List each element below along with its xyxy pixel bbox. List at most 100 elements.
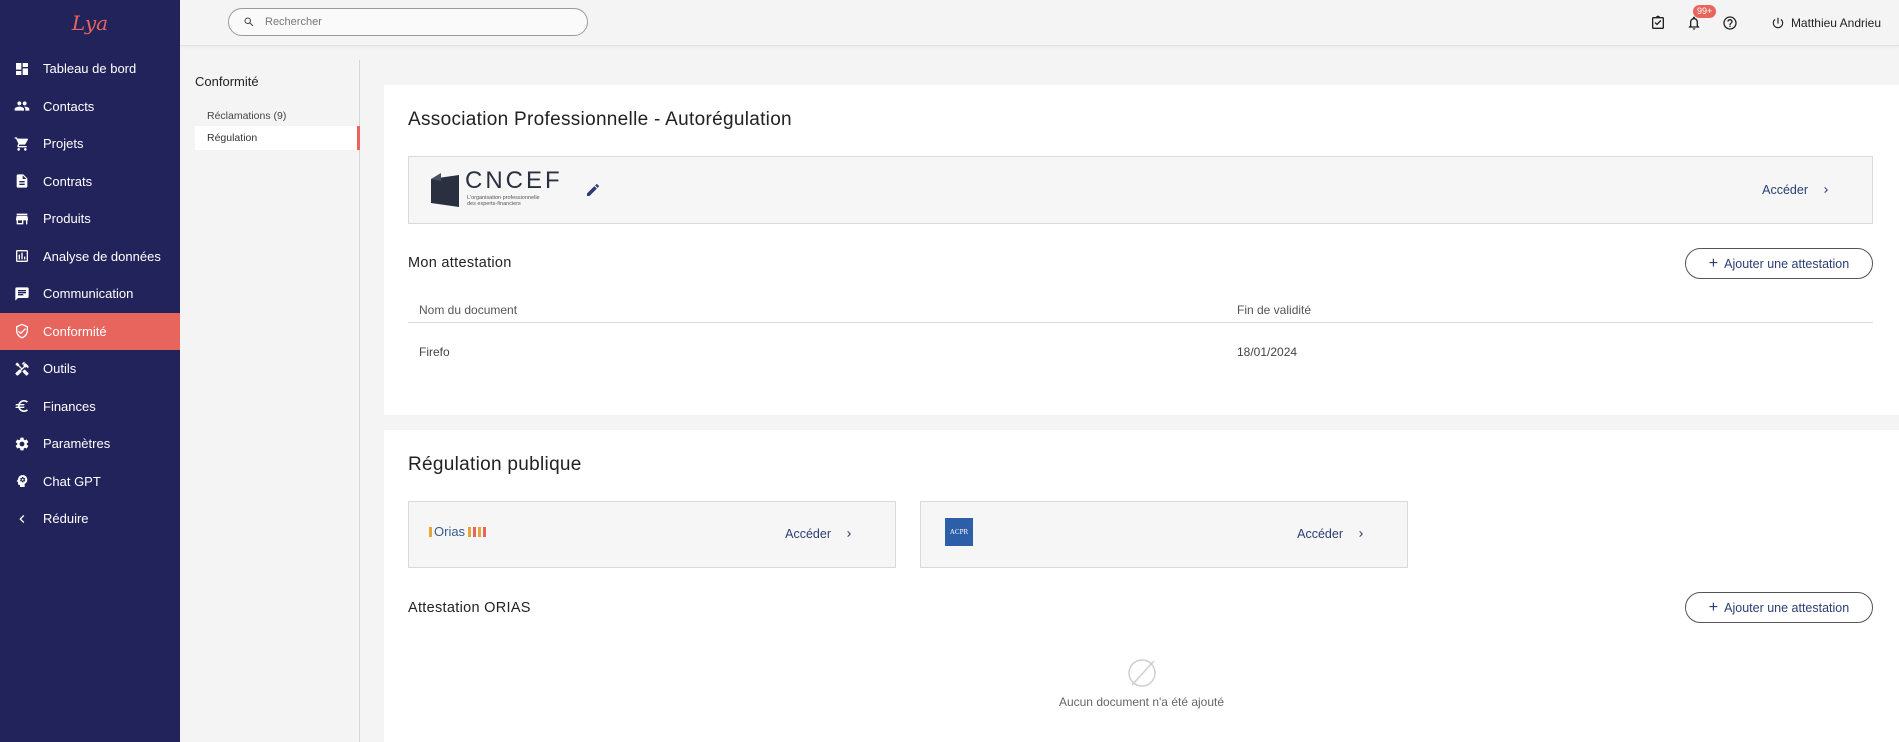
user-name: Matthieu Andrieu	[1790, 16, 1881, 30]
sidebar-item-label: Réduire	[43, 511, 89, 527]
subnav-item-regulation[interactable]: Régulation	[195, 126, 360, 150]
chevron-right-icon	[1824, 187, 1828, 193]
sidebar-item-finances[interactable]: Finances	[0, 388, 180, 426]
sidebar-item-label: Projets	[43, 136, 84, 152]
gear-icon	[14, 436, 30, 452]
search-bar[interactable]	[228, 8, 588, 36]
sidebar-item-label: Finances	[43, 398, 96, 414]
sidebar-item-contrats[interactable]: Contrats	[0, 163, 180, 201]
robot-icon	[14, 473, 30, 489]
access-label: Accéder	[785, 527, 831, 541]
sidebar: Lya Tableau de bord Contacts Projets Con…	[0, 0, 180, 742]
table-row[interactable]: Firefo 18/01/2024	[408, 325, 1873, 363]
cncef-logo-tagline-2: des experts-financiers	[467, 201, 521, 207]
cncef-logo-name: CNCEF	[465, 167, 563, 194]
logo-text: Lya	[71, 11, 109, 35]
empty-state: Aucun document n'a été ajouté	[384, 656, 1899, 709]
notification-badge: 99+	[1692, 5, 1717, 18]
acpr-panel: ACPR Accéder	[920, 501, 1408, 568]
sidebar-item-label: Produits	[43, 211, 91, 227]
people-icon	[14, 98, 30, 114]
help-icon[interactable]	[1721, 14, 1739, 32]
document-icon	[14, 173, 30, 189]
secondary-nav-title: Conformité	[195, 74, 259, 89]
add-attestation-label: Ajouter une attestation	[1724, 600, 1850, 615]
table-header-divider	[408, 322, 1873, 323]
bar-chart-icon	[14, 248, 30, 264]
sidebar-nav: Tableau de bord Contacts Projets Contrat…	[0, 50, 180, 538]
cart-icon	[14, 136, 30, 152]
topbar: 99+ Matthieu Andrieu	[180, 0, 1899, 46]
sidebar-item-contacts[interactable]: Contacts	[0, 88, 180, 126]
cncef-access-link[interactable]: Accéder	[1762, 183, 1832, 197]
add-attestation-button[interactable]: + Ajouter une attestation	[1685, 248, 1873, 279]
association-card: Association Professionnelle - Autorégula…	[384, 85, 1899, 415]
column-header-end-validity: Fin de validité	[1237, 303, 1312, 317]
cncef-book-icon	[431, 173, 459, 207]
plus-icon: +	[1708, 254, 1719, 272]
sidebar-item-label: Contrats	[43, 173, 93, 189]
euro-icon	[14, 398, 30, 414]
notifications-bell-icon[interactable]: 99+	[1685, 5, 1717, 32]
access-label: Accéder	[1762, 183, 1808, 197]
sidebar-item-chat-gpt[interactable]: Chat GPT	[0, 463, 180, 501]
subnav-item-reclamations[interactable]: Réclamations (9)	[195, 104, 360, 128]
sidebar-item-label: Chat GPT	[43, 473, 101, 489]
chevron-right-icon	[1359, 531, 1363, 537]
sidebar-item-produits[interactable]: Produits	[0, 200, 180, 238]
cncef-panel: CNCEF L'organisation professionnelle des…	[408, 156, 1873, 224]
column-header-document-name: Nom du document	[419, 303, 518, 317]
acpr-logo: ACPR	[945, 518, 973, 546]
message-icon	[14, 286, 30, 302]
sidebar-item-projets[interactable]: Projets	[0, 125, 180, 163]
dashboard-icon	[14, 61, 30, 77]
chevron-right-icon	[847, 531, 851, 537]
acpr-access-link[interactable]: Accéder	[1297, 527, 1367, 541]
chevron-left-icon	[14, 511, 30, 527]
orias-panel: Orias Accéder	[408, 501, 896, 568]
topbar-actions: 99+ Matthieu Andrieu	[1649, 0, 1899, 46]
add-attestation-label: Ajouter une attestation	[1724, 256, 1850, 271]
acpr-logo-text: ACPR	[949, 528, 969, 536]
sidebar-item-label: Tableau de bord	[43, 61, 137, 77]
store-icon	[14, 211, 30, 227]
attestation-table: Nom du document Fin de validité Firefo 1…	[408, 303, 1873, 373]
tasks-icon[interactable]	[1649, 14, 1667, 32]
edit-pencil-icon[interactable]	[585, 182, 601, 198]
orias-attestation-title: Attestation ORIAS	[408, 600, 531, 616]
orias-logo: Orias	[429, 524, 487, 539]
end-validity-cell: 18/01/2024	[1237, 345, 1298, 359]
shield-check-icon	[14, 323, 30, 339]
document-name-cell: Firefo	[419, 345, 450, 359]
search-input[interactable]	[265, 16, 565, 28]
orias-access-link[interactable]: Accéder	[785, 527, 855, 541]
cncef-logo: CNCEF L'organisation professionnelle des…	[429, 167, 579, 211]
tools-icon	[14, 361, 30, 377]
attestation-title: Mon attestation	[408, 255, 512, 271]
empty-state-message: Aucun document n'a été ajouté	[1058, 695, 1225, 709]
sidebar-item-label: Conformité	[43, 323, 107, 339]
access-label: Accéder	[1297, 527, 1343, 541]
sidebar-item-label: Communication	[43, 286, 134, 302]
sidebar-item-outils[interactable]: Outils	[0, 350, 180, 388]
secondary-nav: Conformité Réclamations (9) Régulation	[180, 46, 360, 742]
sidebar-item-label: Outils	[43, 361, 77, 377]
sidebar-item-analyse-de-donnees[interactable]: Analyse de données	[0, 238, 180, 276]
orias-logo-text: Orias	[434, 524, 466, 539]
sidebar-item-tableau-de-bord[interactable]: Tableau de bord	[0, 50, 180, 88]
association-title: Association Professionnelle - Autorégula…	[408, 109, 792, 130]
sidebar-item-reduire[interactable]: Réduire	[0, 500, 180, 538]
add-orias-attestation-button[interactable]: + Ajouter une attestation	[1685, 592, 1873, 623]
sidebar-item-parametres[interactable]: Paramètres	[0, 425, 180, 463]
sidebar-item-label: Analyse de données	[43, 248, 161, 264]
app-logo[interactable]: Lya	[0, 0, 180, 46]
secondary-nav-divider	[359, 60, 360, 742]
user-menu[interactable]: Matthieu Andrieu	[1771, 16, 1881, 30]
sidebar-item-conformite[interactable]: Conformité	[0, 312, 180, 350]
power-icon	[1772, 17, 1784, 29]
public-regulation-title: Régulation publique	[408, 454, 582, 475]
sidebar-item-label: Paramètres	[43, 436, 111, 452]
search-icon	[244, 17, 254, 27]
sidebar-item-communication[interactable]: Communication	[0, 275, 180, 313]
empty-state-icon	[1127, 659, 1156, 687]
